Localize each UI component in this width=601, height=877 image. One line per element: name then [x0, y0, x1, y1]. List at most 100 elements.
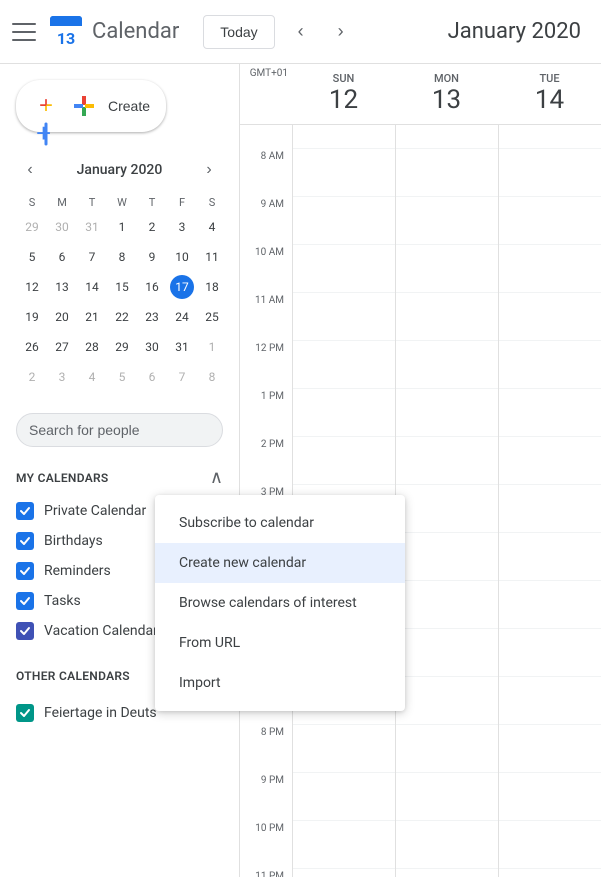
grid-hour-cell[interactable]	[396, 629, 498, 677]
prev-arrow[interactable]: ‹	[283, 14, 319, 50]
grid-hour-cell[interactable]	[396, 149, 498, 197]
mini-cal-day[interactable]: 12	[18, 273, 46, 301]
grid-hour-cell[interactable]	[499, 725, 601, 773]
grid-hour-cell[interactable]	[293, 773, 395, 821]
grid-hour-cell[interactable]	[499, 629, 601, 677]
dropdown-menu-item[interactable]: From URL	[155, 623, 405, 663]
grid-hour-cell[interactable]	[396, 581, 498, 629]
grid-hour-cell[interactable]	[396, 677, 498, 725]
calendar-checkbox[interactable]	[16, 532, 34, 550]
mini-cal-day[interactable]: 8	[108, 243, 136, 271]
dropdown-menu-item[interactable]: Browse calendars of interest	[155, 583, 405, 623]
grid-hour-cell[interactable]	[396, 533, 498, 581]
grid-hour-cell[interactable]	[293, 197, 395, 245]
mini-cal-day[interactable]: 29	[18, 213, 46, 241]
mini-cal-day[interactable]: 31	[168, 333, 196, 361]
grid-hour-cell[interactable]	[499, 773, 601, 821]
my-calendars-header[interactable]: My calendars ∧	[0, 459, 239, 496]
mini-cal-next[interactable]: ›	[195, 156, 223, 184]
grid-hour-cell[interactable]	[293, 245, 395, 293]
grid-hour-cell[interactable]	[396, 725, 498, 773]
mini-cal-day[interactable]: 4	[78, 363, 106, 391]
grid-hour-cell[interactable]	[293, 293, 395, 341]
grid-hour-cell[interactable]	[499, 245, 601, 293]
mini-cal-day[interactable]: 30	[138, 333, 166, 361]
grid-hour-cell[interactable]	[499, 821, 601, 869]
calendar-checkbox[interactable]	[16, 622, 34, 640]
mini-cal-day[interactable]: 13	[48, 273, 76, 301]
mini-cal-day[interactable]: 11	[198, 243, 226, 271]
mini-cal-day[interactable]: 26	[18, 333, 46, 361]
grid-hour-cell[interactable]	[396, 197, 498, 245]
mini-cal-day[interactable]: 16	[138, 273, 166, 301]
grid-hour-cell[interactable]	[396, 773, 498, 821]
mini-cal-day[interactable]: 21	[78, 303, 106, 331]
grid-hour-cell[interactable]	[499, 869, 601, 877]
mini-cal-day[interactable]: 6	[48, 243, 76, 271]
mini-cal-day[interactable]: 15	[108, 273, 136, 301]
mini-cal-day[interactable]: 5	[18, 243, 46, 271]
calendar-checkbox[interactable]	[16, 502, 34, 520]
my-calendars-toggle[interactable]: ∧	[210, 467, 223, 488]
mini-cal-prev[interactable]: ‹	[16, 156, 44, 184]
mini-cal-day[interactable]: 29	[108, 333, 136, 361]
grid-hour-cell[interactable]	[293, 821, 395, 869]
mini-cal-day[interactable]: 19	[18, 303, 46, 331]
dropdown-menu-item[interactable]: Create new calendar	[155, 543, 405, 583]
grid-hour-cell[interactable]	[499, 389, 601, 437]
grid-hour-cell[interactable]	[499, 293, 601, 341]
grid-hour-cell[interactable]	[499, 581, 601, 629]
day-number[interactable]: 13	[399, 85, 494, 116]
grid-hour-cell[interactable]	[396, 821, 498, 869]
mini-cal-day[interactable]: 18	[198, 273, 226, 301]
grid-hour-cell[interactable]	[293, 437, 395, 485]
mini-cal-day[interactable]: 1	[198, 333, 226, 361]
mini-cal-day[interactable]: 25	[198, 303, 226, 331]
grid-hour-cell[interactable]	[396, 125, 498, 149]
grid-hour-cell[interactable]	[499, 533, 601, 581]
mini-cal-day[interactable]: 10	[168, 243, 196, 271]
grid-hour-cell[interactable]	[293, 341, 395, 389]
next-arrow[interactable]: ›	[323, 14, 359, 50]
grid-hour-cell[interactable]	[396, 869, 498, 877]
mini-cal-day[interactable]: 24	[168, 303, 196, 331]
mini-cal-day[interactable]: 3	[168, 213, 196, 241]
grid-hour-cell[interactable]	[499, 485, 601, 533]
grid-hour-cell[interactable]	[396, 245, 498, 293]
calendar-checkbox[interactable]	[16, 562, 34, 580]
calendar-checkbox[interactable]	[16, 592, 34, 610]
grid-hour-cell[interactable]	[293, 149, 395, 197]
hamburger-menu[interactable]	[12, 20, 36, 44]
mini-cal-day[interactable]: 9	[138, 243, 166, 271]
mini-cal-day[interactable]: 22	[108, 303, 136, 331]
grid-hour-cell[interactable]	[499, 341, 601, 389]
grid-day-column[interactable]	[395, 125, 498, 877]
grid-hour-cell[interactable]	[499, 197, 601, 245]
mini-cal-day[interactable]: 28	[78, 333, 106, 361]
dropdown-menu-item[interactable]: Import	[155, 663, 405, 703]
mini-cal-day[interactable]: 8	[198, 363, 226, 391]
grid-hour-cell[interactable]	[396, 437, 498, 485]
grid-day-column[interactable]	[498, 125, 601, 877]
mini-cal-day[interactable]: 6	[138, 363, 166, 391]
today-button[interactable]: Today	[203, 15, 274, 49]
grid-hour-cell[interactable]	[293, 389, 395, 437]
day-number[interactable]: 14	[502, 85, 597, 116]
mini-cal-day[interactable]: 30	[48, 213, 76, 241]
mini-cal-day[interactable]: 1	[108, 213, 136, 241]
mini-cal-day[interactable]: 5	[108, 363, 136, 391]
mini-cal-day[interactable]: 4	[198, 213, 226, 241]
mini-cal-day[interactable]: 3	[48, 363, 76, 391]
mini-cal-day[interactable]: 2	[18, 363, 46, 391]
create-button[interactable]: + Create	[16, 80, 166, 132]
dropdown-menu-item[interactable]: Subscribe to calendar	[155, 503, 405, 543]
grid-hour-cell[interactable]	[499, 125, 601, 149]
mini-cal-day[interactable]: 31	[78, 213, 106, 241]
grid-hour-cell[interactable]	[499, 677, 601, 725]
mini-cal-day[interactable]: 20	[48, 303, 76, 331]
mini-cal-day[interactable]: 14	[78, 273, 106, 301]
mini-cal-day[interactable]: 2	[138, 213, 166, 241]
search-input[interactable]	[16, 413, 223, 447]
mini-cal-day[interactable]: 7	[78, 243, 106, 271]
mini-cal-day[interactable]: 17	[168, 273, 196, 301]
